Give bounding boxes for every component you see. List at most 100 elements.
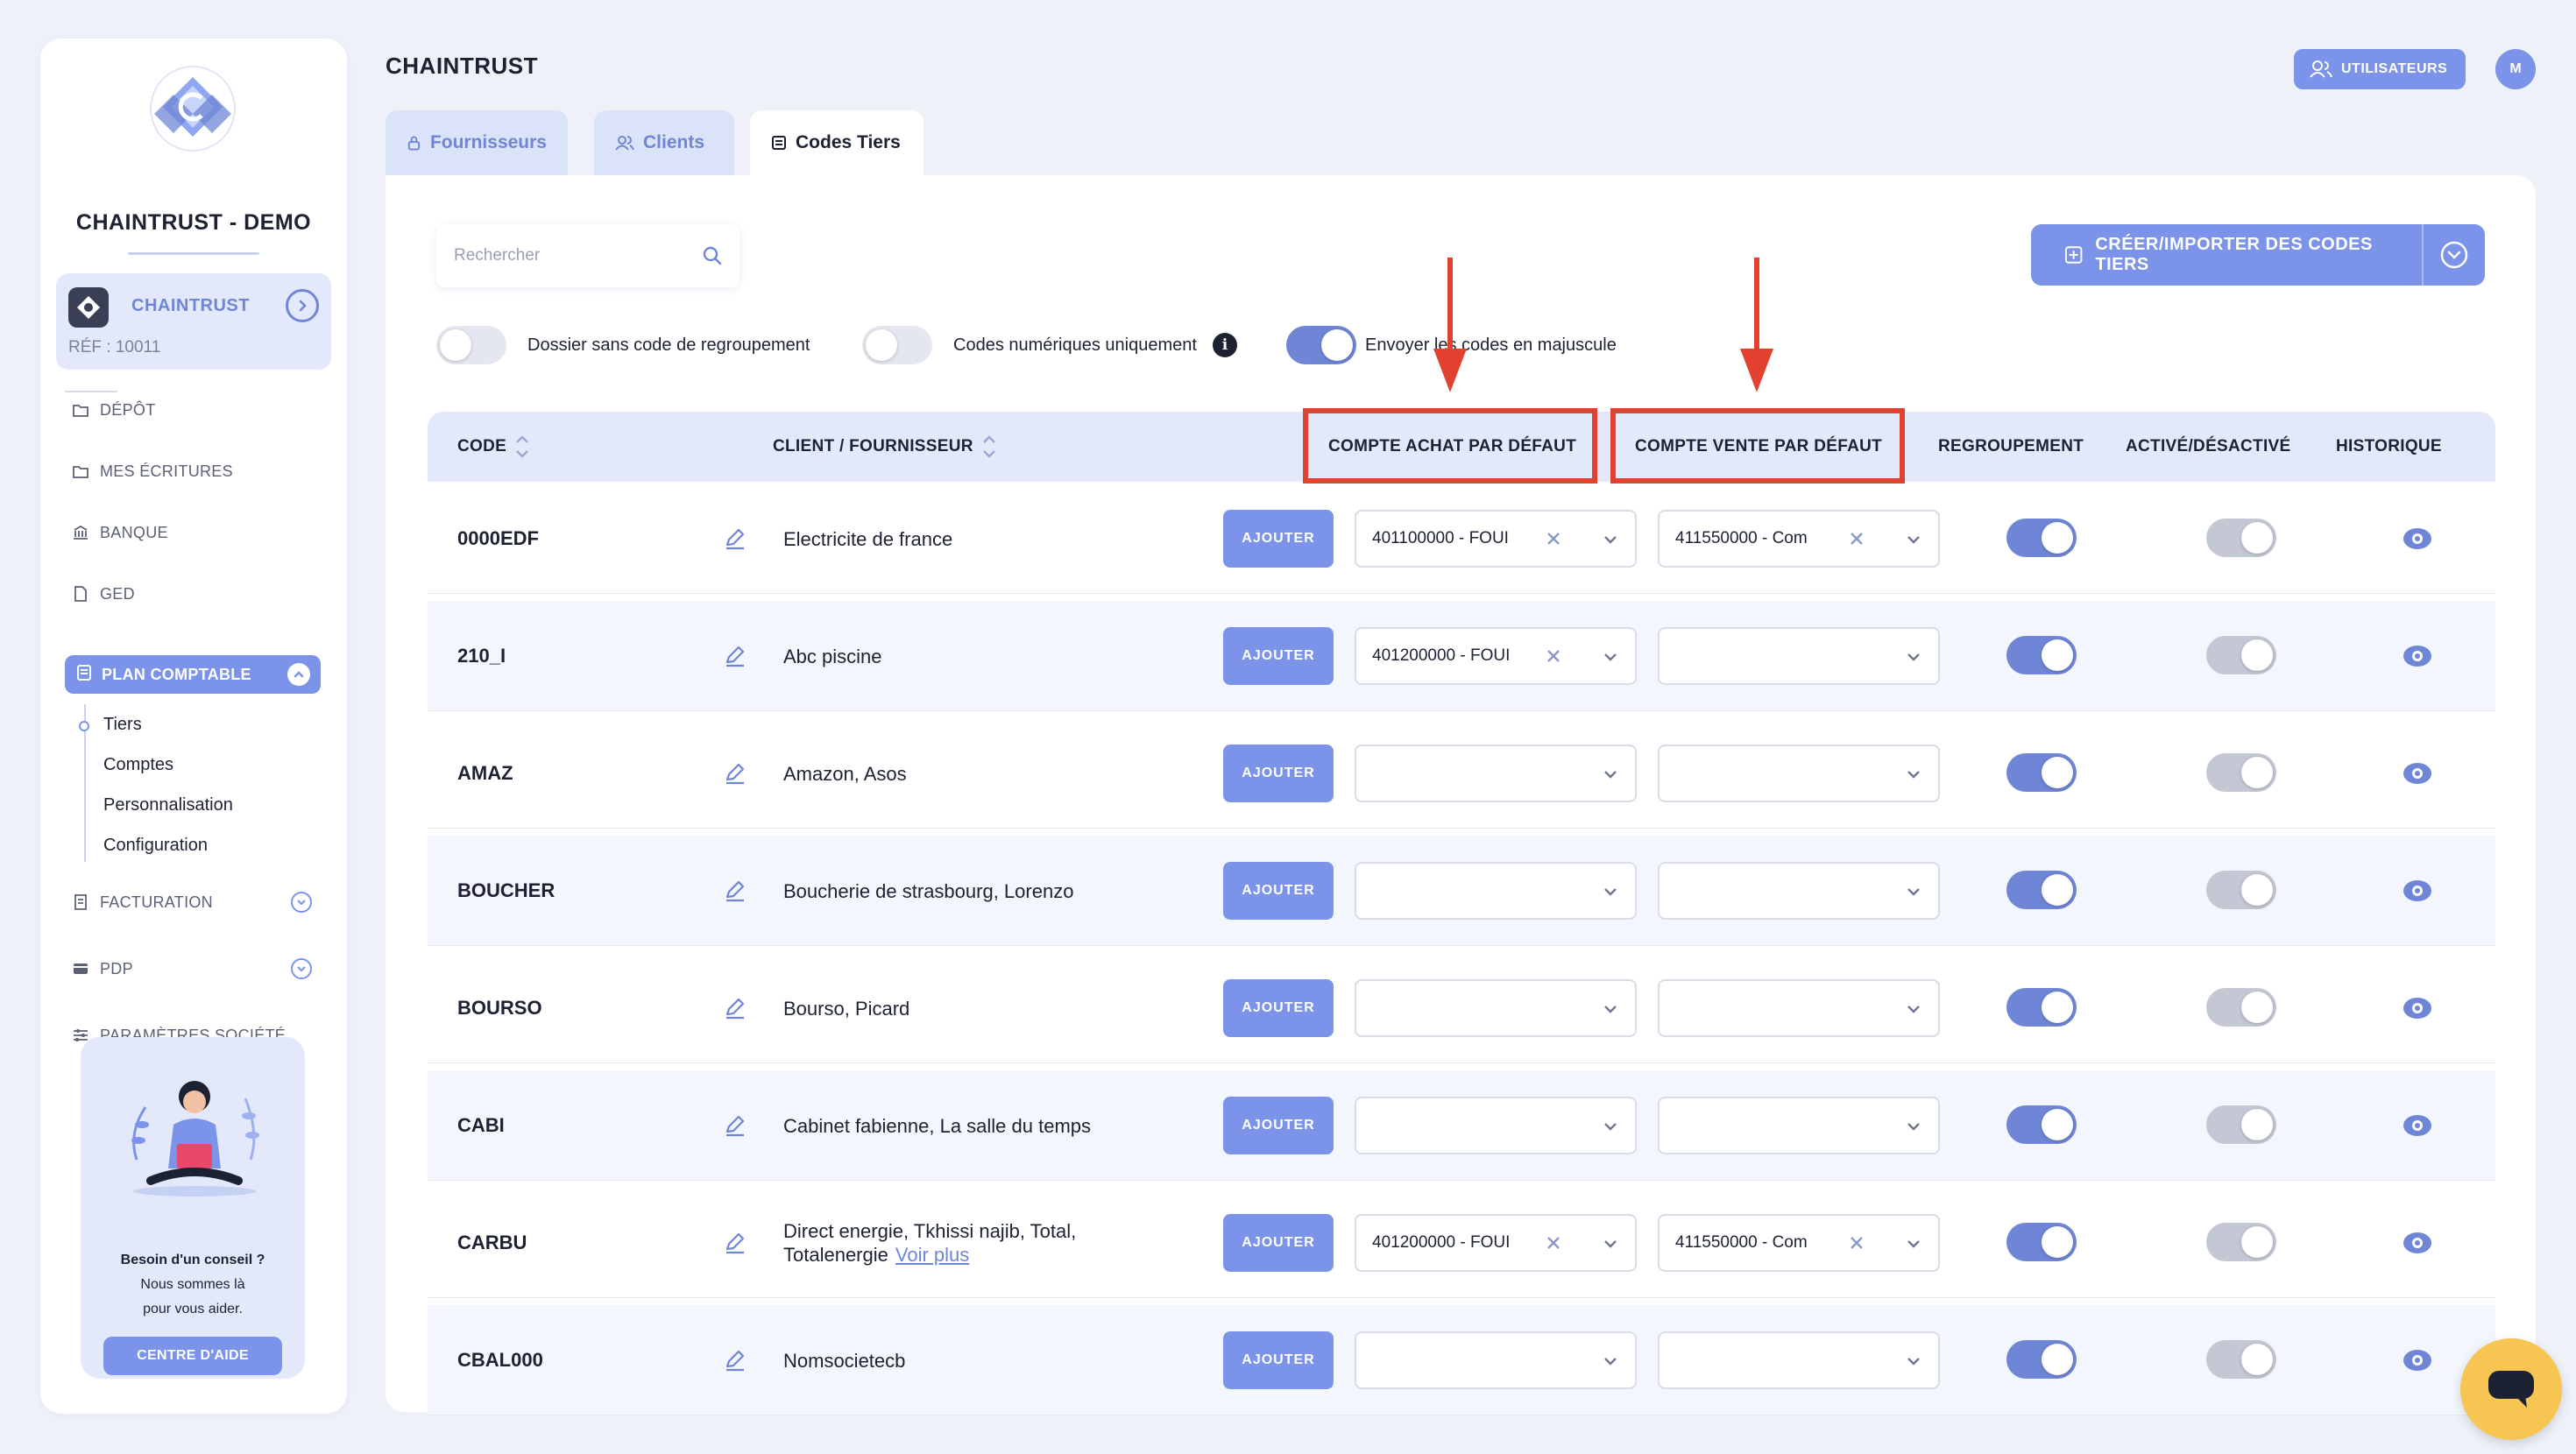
purchase-account-select[interactable]: 401200000 - FOUI (1355, 627, 1637, 685)
users-button[interactable]: UTILISATEURS (2294, 49, 2466, 89)
chevron-down-icon[interactable] (291, 892, 312, 913)
eye-icon[interactable] (2403, 1349, 2432, 1372)
sales-account-select[interactable]: 411550000 - Com (1658, 510, 1940, 568)
eye-icon[interactable] (2403, 645, 2432, 667)
purchase-account-select[interactable] (1355, 862, 1637, 920)
search-input[interactable] (454, 246, 703, 265)
chevron-up-icon[interactable] (287, 663, 310, 686)
sort-icon[interactable] (515, 435, 529, 458)
regroupement-toggle[interactable] (2006, 1223, 2077, 1261)
regroupement-toggle[interactable] (2006, 519, 2077, 557)
tab-fournisseurs[interactable]: Fournisseurs (386, 110, 568, 175)
tab-codes-tiers[interactable]: Codes Tiers (750, 110, 924, 175)
active-toggle[interactable] (2206, 636, 2276, 674)
purchase-account-select[interactable] (1355, 1097, 1637, 1154)
company-selector[interactable]: CHAINTRUST RÉF : 10011 (56, 273, 331, 370)
active-toggle[interactable] (2206, 1340, 2276, 1379)
sales-account-select[interactable] (1658, 862, 1940, 920)
edit-icon[interactable] (724, 601, 750, 711)
nav-mes-ecritures[interactable]: MES ÉCRITURES (72, 454, 233, 489)
nav-plan-comptable[interactable]: PLAN COMPTABLE (65, 655, 321, 694)
option-numeric-only[interactable]: Codes numériques uniquement i (862, 324, 1237, 366)
add-button[interactable]: AJOUTER (1223, 745, 1334, 802)
toggle-switch[interactable] (1286, 326, 1356, 364)
info-icon[interactable]: i (1212, 333, 1237, 357)
search-icon[interactable] (703, 246, 722, 265)
eye-icon[interactable] (2403, 1232, 2432, 1254)
column-header-code[interactable]: CODE (457, 412, 529, 482)
sub-item-comptes[interactable]: Comptes (103, 755, 173, 775)
add-button[interactable]: AJOUTER (1223, 510, 1334, 568)
add-button[interactable]: AJOUTER (1223, 1214, 1334, 1272)
purchase-account-select[interactable] (1355, 745, 1637, 802)
tab-clients[interactable]: Clients (594, 110, 734, 175)
regroupement-toggle[interactable] (2006, 1105, 2077, 1144)
eye-icon[interactable] (2403, 1114, 2432, 1137)
edit-icon[interactable] (724, 1188, 750, 1298)
active-toggle[interactable] (2206, 988, 2276, 1027)
create-import-button[interactable]: CRÉER/IMPORTER DES CODES TIERS (2031, 224, 2485, 286)
option-no-group-code[interactable]: Dossier sans code de regroupement (436, 324, 810, 366)
create-dropdown-toggle[interactable] (2422, 224, 2485, 286)
regroupement-toggle[interactable] (2006, 988, 2077, 1027)
eye-icon[interactable] (2403, 762, 2432, 785)
purchase-account-select[interactable] (1355, 979, 1637, 1037)
column-header-client[interactable]: CLIENT / FOURNISSEUR (773, 412, 996, 482)
nav-depot[interactable]: DÉPÔT (72, 392, 156, 427)
help-center-button[interactable]: CENTRE D'AIDE (103, 1337, 282, 1375)
clear-icon[interactable] (1544, 1233, 1563, 1253)
sales-account-select[interactable] (1658, 979, 1940, 1037)
regroupement-toggle[interactable] (2006, 871, 2077, 909)
active-toggle[interactable] (2206, 753, 2276, 792)
edit-icon[interactable] (724, 836, 750, 946)
active-toggle[interactable] (2206, 1105, 2276, 1144)
purchase-account-select[interactable]: 401100000 - FOUI (1355, 510, 1637, 568)
regroupement-toggle[interactable] (2006, 1340, 2077, 1379)
clear-icon[interactable] (1544, 529, 1563, 548)
regroupement-toggle[interactable] (2006, 636, 2077, 674)
edit-icon[interactable] (724, 483, 750, 594)
toggle-switch[interactable] (862, 326, 932, 364)
chat-button[interactable] (2460, 1338, 2562, 1440)
sales-account-select[interactable]: 411550000 - Com (1658, 1214, 1940, 1272)
sales-account-select[interactable] (1658, 627, 1940, 685)
edit-icon[interactable] (724, 1070, 750, 1181)
nav-pdp[interactable]: PDP (72, 951, 133, 986)
clear-icon[interactable] (1847, 529, 1866, 548)
active-toggle[interactable] (2206, 1223, 2276, 1261)
chevron-down-icon[interactable] (291, 958, 312, 979)
sub-item-personnalisation[interactable]: Personnalisation (103, 795, 233, 815)
add-button[interactable]: AJOUTER (1223, 627, 1334, 685)
eye-icon[interactable] (2403, 527, 2432, 550)
regroupement-toggle[interactable] (2006, 753, 2077, 792)
sub-item-tiers[interactable]: Tiers (103, 715, 142, 735)
eye-icon[interactable] (2403, 879, 2432, 902)
active-toggle[interactable] (2206, 871, 2276, 909)
add-button[interactable]: AJOUTER (1223, 1097, 1334, 1154)
nav-banque[interactable]: BANQUE (72, 515, 168, 550)
sort-icon[interactable] (982, 435, 996, 458)
sub-item-configuration[interactable]: Configuration (103, 836, 208, 856)
sales-account-select[interactable] (1658, 745, 1940, 802)
edit-icon[interactable] (724, 1305, 750, 1415)
sales-account-select[interactable] (1658, 1331, 1940, 1389)
see-more-link[interactable]: Voir plus (895, 1244, 969, 1266)
add-button[interactable]: AJOUTER (1223, 1331, 1334, 1389)
purchase-account-select[interactable]: 401200000 - FOUI (1355, 1214, 1637, 1272)
avatar[interactable]: M (2495, 49, 2536, 89)
clear-icon[interactable] (1544, 646, 1563, 666)
clear-icon[interactable] (1847, 1233, 1866, 1253)
sales-account-select[interactable] (1658, 1097, 1940, 1154)
search-box[interactable] (436, 224, 740, 287)
edit-icon[interactable] (724, 718, 750, 829)
purchase-account-select[interactable] (1355, 1331, 1637, 1389)
nav-ged[interactable]: GED (72, 576, 135, 611)
toggle-switch[interactable] (436, 326, 506, 364)
edit-icon[interactable] (724, 953, 750, 1063)
chevron-right-icon[interactable] (286, 289, 319, 322)
active-toggle[interactable] (2206, 519, 2276, 557)
add-button[interactable]: AJOUTER (1223, 979, 1334, 1037)
eye-icon[interactable] (2403, 997, 2432, 1020)
nav-facturation[interactable]: FACTURATION (72, 885, 213, 920)
add-button[interactable]: AJOUTER (1223, 862, 1334, 920)
